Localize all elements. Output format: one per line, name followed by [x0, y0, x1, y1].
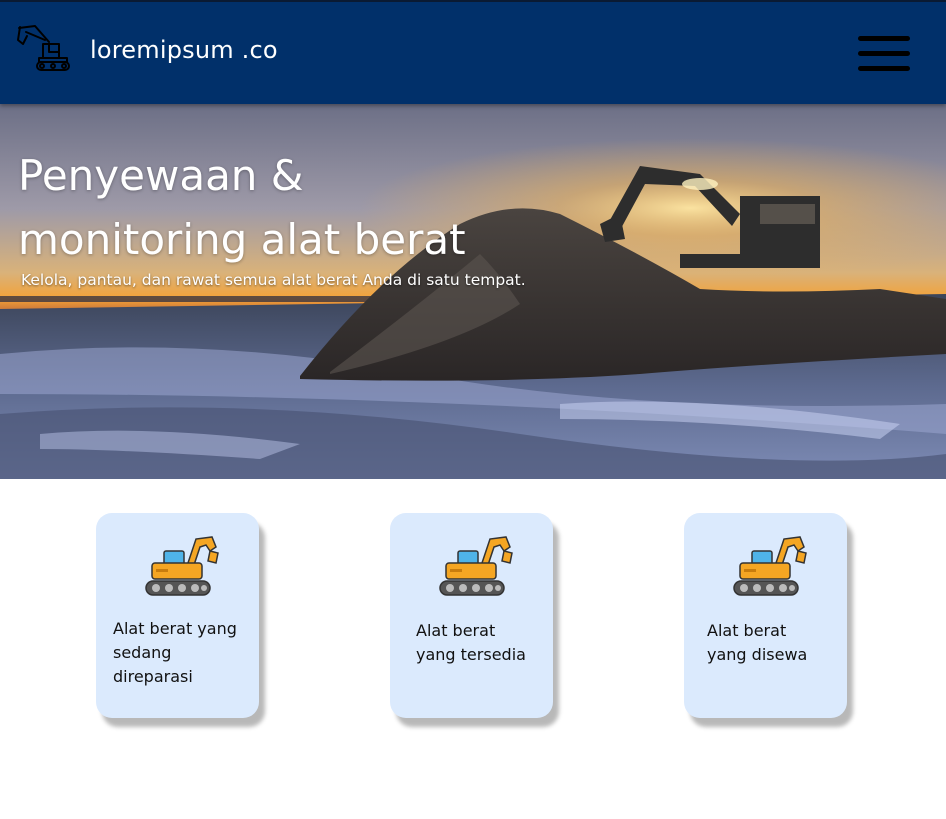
brand-name[interactable]: loremipsum .co [90, 36, 278, 64]
hero-title-line: monitoring alat berat [18, 215, 466, 264]
navbar: loremipsum .co [0, 0, 946, 104]
menu-bar [858, 66, 910, 71]
hamburger-menu-icon[interactable] [858, 36, 910, 74]
card-label: Alat berat yang tersedia [416, 619, 526, 667]
menu-bar [858, 36, 910, 41]
card-label-line: direparasi [113, 667, 193, 686]
card-label-line: yang disewa [707, 645, 808, 664]
excavator-logo-icon[interactable] [15, 22, 71, 74]
card-label: Alat berat yang disewa [707, 619, 817, 667]
excavator-icon [439, 536, 513, 596]
card-label: Alat berat yang sedang direparasi [113, 617, 253, 689]
hero-title-line: Penyewaan & [18, 151, 304, 200]
excavator-icon [145, 536, 219, 596]
excavator-icon [733, 536, 807, 596]
hero-title: Penyewaan & monitoring alat berat [18, 144, 538, 272]
card-label-line: Alat berat yang [113, 619, 237, 638]
card-label-line: Alat berat [707, 621, 787, 640]
card-under-repair[interactable]: Alat berat yang sedang direparasi [96, 513, 259, 718]
menu-bar [858, 51, 910, 56]
card-label-line: yang tersedia [416, 645, 526, 664]
hero-subtitle: Kelola, pantau, dan rawat semua alat ber… [21, 271, 526, 289]
card-available[interactable]: Alat berat yang tersedia [390, 513, 553, 718]
card-label-line: sedang [113, 643, 172, 662]
card-label-line: Alat berat [416, 621, 496, 640]
hero-banner: Penyewaan & monitoring alat berat Kelola… [0, 104, 946, 479]
card-rented[interactable]: Alat berat yang disewa [684, 513, 847, 718]
